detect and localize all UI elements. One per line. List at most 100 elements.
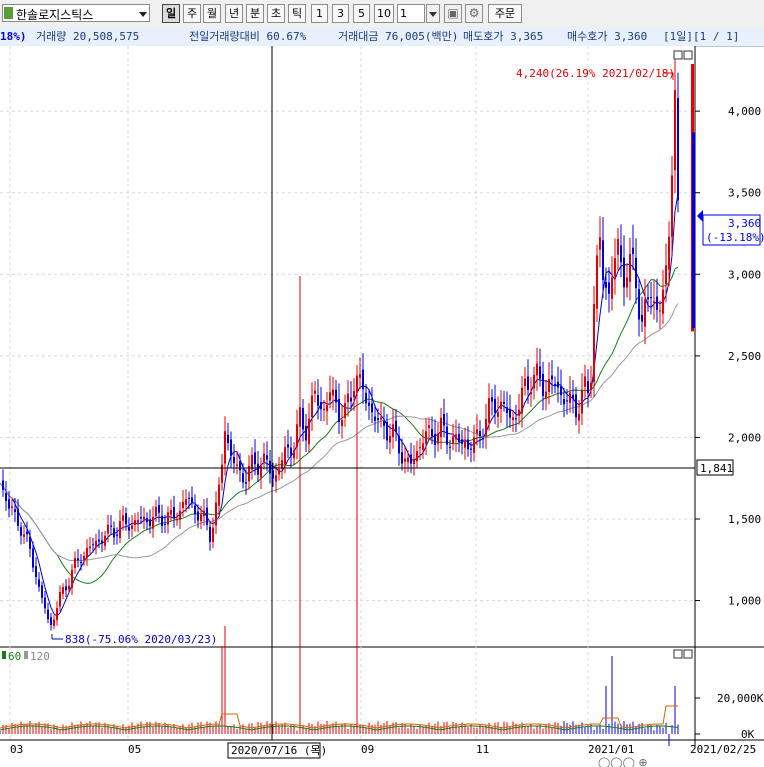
candle-body — [584, 376, 586, 387]
candle-body — [404, 458, 406, 462]
period-minute-button[interactable]: 분 — [246, 4, 264, 23]
candle-body — [512, 417, 514, 421]
candle-body — [134, 520, 136, 526]
candle-body — [137, 519, 139, 523]
period-week-button[interactable]: 주 — [183, 4, 201, 23]
candle-body — [260, 465, 262, 478]
candle-body — [11, 506, 13, 508]
price-panel-restore-icon[interactable] — [673, 50, 683, 60]
candle-body — [485, 419, 487, 436]
candle-body — [116, 534, 118, 536]
candle-body — [392, 424, 394, 438]
period-count-input[interactable]: 1 — [397, 4, 425, 23]
period-year-button[interactable]: 년 — [225, 4, 243, 23]
quick-3-button[interactable]: 3 — [332, 4, 349, 23]
date-tick-03: 03 — [10, 743, 23, 756]
candle-body — [470, 448, 472, 450]
candle-body — [35, 566, 37, 578]
date-tick-2021-02-25: 2021/02/25 — [690, 743, 756, 756]
candle-body — [515, 418, 517, 420]
candle-body — [635, 257, 637, 289]
candle-body — [479, 431, 481, 437]
candle-body — [461, 439, 463, 444]
change-pct: 18%) — [0, 30, 27, 43]
candle-body — [452, 436, 454, 444]
candle-body — [662, 289, 664, 314]
candle-body — [170, 509, 172, 515]
scroll-controls-icon[interactable]: ◯◯◯ ⊕ — [598, 756, 648, 767]
candle-body — [59, 591, 61, 607]
quick-10-button[interactable]: 10 — [374, 4, 394, 23]
settings-icon[interactable]: ⚙ — [465, 4, 483, 23]
candle-body — [47, 609, 49, 620]
candle-body — [95, 540, 97, 547]
candle-body — [161, 515, 163, 527]
period-tick-button[interactable]: 틱 — [288, 4, 306, 23]
candle-body — [275, 475, 277, 482]
candle-body — [290, 447, 292, 456]
candle-body — [542, 373, 544, 396]
candle-body — [164, 523, 166, 525]
price-panel-close-icon[interactable] — [683, 50, 693, 60]
candle-body — [482, 438, 484, 440]
candle-body — [476, 429, 478, 434]
stock-selector[interactable]: 한솔로지스틱스 — [2, 4, 150, 22]
candle-body — [506, 407, 508, 414]
date-tick-2021-01: 2021/01 — [588, 743, 634, 756]
candle-body — [590, 382, 592, 391]
candle-body — [449, 446, 451, 448]
period-month-button[interactable]: 월 — [203, 4, 221, 23]
candle-body — [131, 525, 133, 529]
stock-name: 한솔로지스틱스 — [16, 8, 94, 22]
quick-1-button[interactable]: 1 — [311, 4, 328, 23]
price-tick-label: 1,000 — [728, 595, 761, 608]
volume-text: 거래량 20,508,575 — [36, 30, 140, 43]
candle-body — [320, 402, 322, 410]
candle-body — [347, 393, 349, 403]
candle-body — [245, 482, 247, 484]
stock-chart[interactable]: 4,000 3,500 3,000 2,500 2,000 1,500 1,000 1,84… — [0, 46, 764, 767]
bid-price: 매수호가 3,360 — [567, 30, 648, 43]
save-icon[interactable]: ▣ — [444, 4, 462, 23]
candle-body — [473, 437, 475, 453]
candle-body — [227, 434, 229, 444]
candle-body — [77, 558, 79, 561]
order-button[interactable]: 주문 — [488, 4, 522, 23]
candle-body — [308, 418, 310, 445]
volume-panel-close-icon[interactable] — [683, 649, 693, 659]
crosshair-date-label: 2020/07/16 (목) — [231, 744, 327, 757]
candle-body — [317, 394, 319, 406]
quick-5-button[interactable]: 5 — [353, 4, 370, 23]
period-day-button[interactable]: 일 — [162, 4, 180, 23]
candle-body — [575, 394, 577, 418]
candle-body — [605, 281, 607, 288]
period-count-dropdown[interactable] — [426, 4, 440, 23]
candle-body — [188, 497, 190, 499]
period-second-button[interactable]: 초 — [267, 4, 285, 23]
candle-body — [230, 439, 232, 456]
candle-body — [620, 245, 622, 263]
candle-body — [152, 517, 154, 529]
candle-body — [650, 296, 652, 298]
price-tick-label: 2,000 — [728, 431, 761, 444]
candle-body — [656, 296, 658, 311]
stock-type-icon — [4, 7, 13, 19]
candle-body — [221, 464, 223, 483]
candle-body — [497, 412, 499, 417]
candle-body — [659, 310, 661, 312]
current-price-change: (-13.18%) — [706, 231, 764, 244]
candle-body — [140, 517, 142, 519]
candle-body — [146, 518, 148, 523]
volume-tick-0k: 0K — [741, 728, 755, 741]
volume-panel-restore-icon[interactable] — [673, 649, 683, 659]
candle-body — [350, 397, 352, 402]
candle-body — [38, 579, 40, 587]
candle-body — [185, 499, 187, 505]
candle-body — [629, 253, 631, 282]
candle-body — [521, 387, 523, 414]
candle-body — [326, 404, 328, 412]
price-tick-label: 4,000 — [728, 105, 761, 118]
candle-body — [428, 425, 430, 428]
candle-body — [587, 381, 589, 394]
candle-body — [119, 521, 121, 538]
